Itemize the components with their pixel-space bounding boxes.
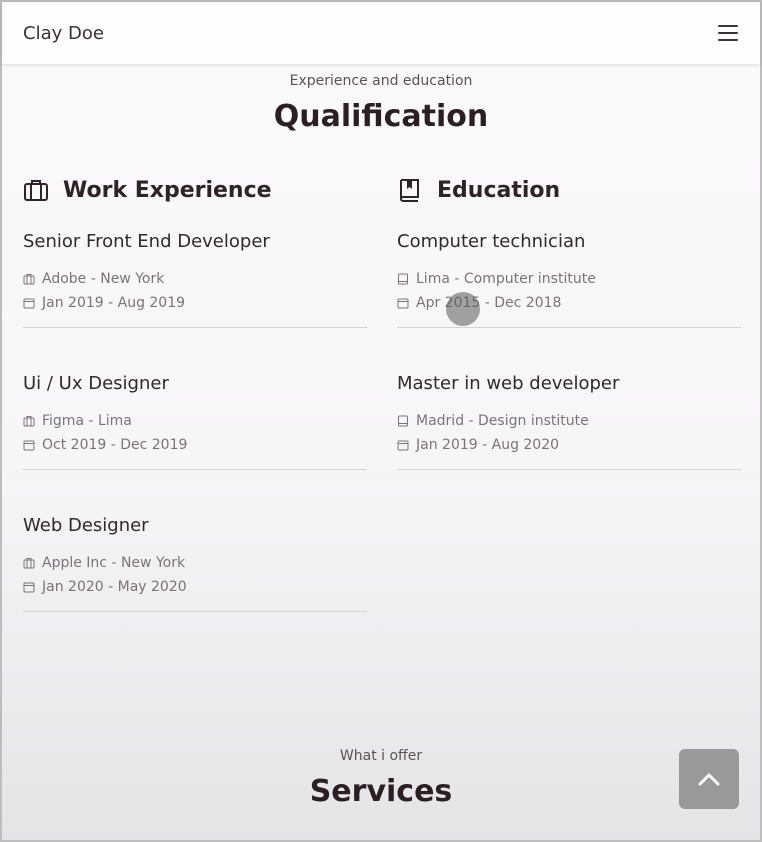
- book-icon: [400, 179, 419, 202]
- education-column: Education Computer technician Lima - Com…: [397, 172, 741, 515]
- calendar-icon: [397, 440, 409, 451]
- work-item-place: Apple Inc - New York: [23, 555, 185, 571]
- work-item: Senior Front End Developer Adobe - New Y…: [23, 231, 367, 373]
- education-item-place: Madrid - Design institute: [397, 413, 589, 429]
- work-item-dates: Jan 2020 - May 2020: [23, 579, 187, 595]
- briefcase-icon: [24, 180, 48, 201]
- qualification-subtitle: Experience and education: [289, 73, 473, 89]
- education-item-place: Lima - Computer institute: [397, 271, 596, 287]
- work-item-dates: Oct 2019 - Dec 2019: [23, 437, 187, 453]
- work-item-place: Adobe - New York: [23, 271, 164, 287]
- hamburger-menu-icon[interactable]: [718, 25, 738, 41]
- calendar-icon: [23, 298, 35, 309]
- education-heading: Education: [437, 177, 561, 203]
- brand-logo[interactable]: Clay Doe: [23, 23, 104, 44]
- calendar-icon: [23, 582, 35, 593]
- briefcase-small-icon: [23, 416, 35, 427]
- education-item: Master in web developer Madrid - Design …: [397, 373, 741, 515]
- work-experience-tab[interactable]: Work Experience: [23, 172, 367, 208]
- divider: [23, 469, 367, 470]
- calendar-icon: [397, 298, 409, 309]
- education-item-title: Master in web developer: [397, 373, 620, 394]
- header: Clay Doe: [2, 2, 760, 64]
- education-tab[interactable]: Education: [397, 172, 741, 208]
- work-item-title: Senior Front End Developer: [23, 231, 270, 252]
- services-title: Services: [309, 774, 453, 809]
- work-item-title: Ui / Ux Designer: [23, 373, 169, 394]
- divider: [397, 327, 741, 328]
- book-small-icon: [398, 273, 408, 285]
- qualification-title: Qualification: [273, 99, 489, 134]
- services-subtitle: What i offer: [339, 748, 423, 764]
- work-experience-column: Work Experience Senior Front End Develop…: [23, 172, 367, 657]
- education-item-title: Computer technician: [397, 231, 586, 252]
- work-item: Web Designer Apple Inc - New York Jan 20…: [23, 515, 367, 657]
- work-item-place: Figma - Lima: [23, 413, 132, 429]
- work-experience-heading: Work Experience: [63, 177, 272, 203]
- briefcase-small-icon: [23, 274, 35, 285]
- divider: [23, 611, 367, 612]
- calendar-icon: [23, 440, 35, 451]
- work-item-dates: Jan 2019 - Aug 2019: [23, 295, 185, 311]
- divider: [397, 469, 741, 470]
- book-small-icon: [398, 415, 408, 427]
- education-item-dates: Jan 2019 - Aug 2020: [397, 437, 559, 453]
- divider: [23, 327, 367, 328]
- work-item: Ui / Ux Designer Figma - Lima Oct 2019 -…: [23, 373, 367, 515]
- scroll-up-button[interactable]: [679, 749, 739, 809]
- mouse-cursor-indicator: [446, 292, 480, 326]
- chevron-up-icon: [698, 773, 720, 786]
- work-item-title: Web Designer: [23, 515, 149, 536]
- briefcase-small-icon: [23, 558, 35, 569]
